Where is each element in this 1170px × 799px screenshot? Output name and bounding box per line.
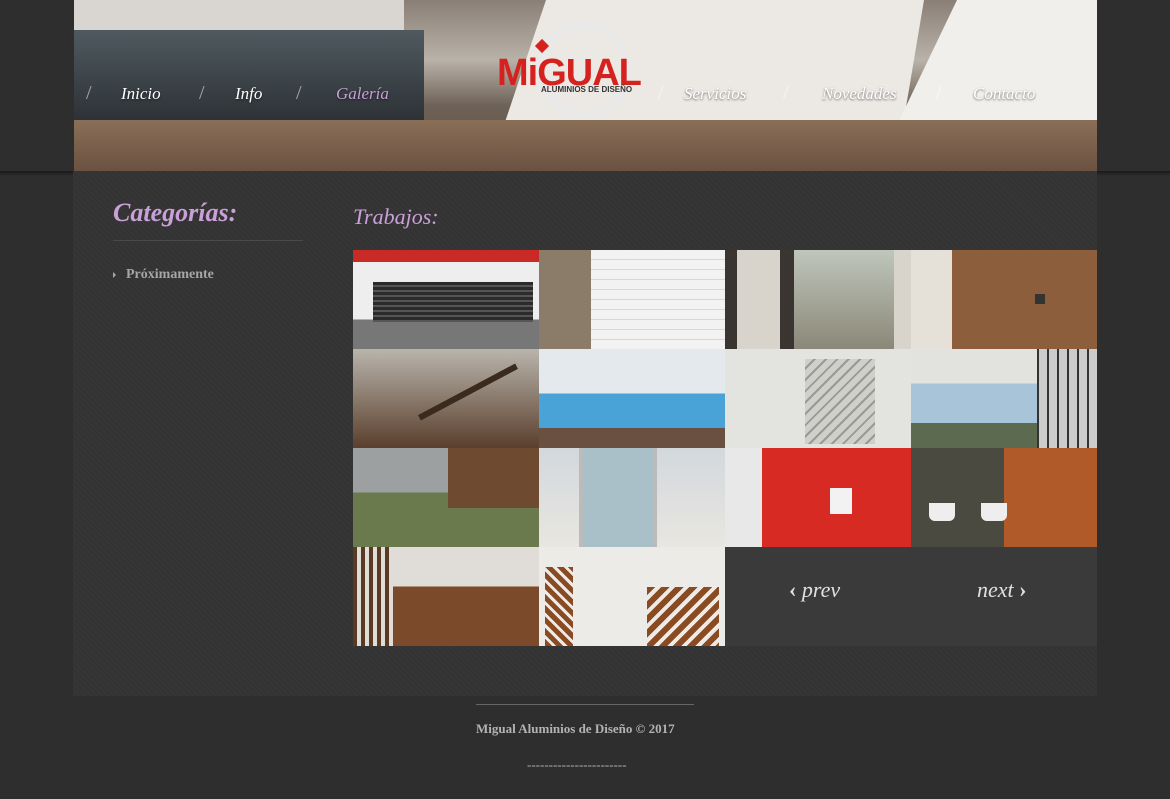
sidebar-item-label: Próximamente (126, 267, 214, 282)
footer-dashes: ----------------------- (527, 757, 627, 772)
nav-item-novedades[interactable]: Novedades (822, 84, 897, 104)
bullet-icon (113, 271, 116, 278)
prev-button[interactable]: ‹ prev (789, 577, 840, 603)
gallery-thumbnail-pool-glass[interactable] (539, 349, 725, 448)
footer-copyright: Migual Aluminios de Diseño © 2017 (476, 721, 675, 736)
site-logo[interactable]: MiGUAL ALUMINIOS DE DISEÑO (497, 22, 649, 126)
gallery-pager: ‹ prev next › (725, 547, 1097, 646)
banner-upper-wall (74, 0, 404, 30)
gallery-thumbnail-fence[interactable] (353, 250, 539, 349)
gallery-thumbnail-garage-door[interactable] (539, 250, 725, 349)
nav-item-servicios[interactable]: Servicios (684, 84, 746, 104)
next-button[interactable]: next › (977, 577, 1026, 603)
nav-separator: / (936, 82, 942, 104)
nav-item-inicio[interactable]: Inicio (121, 84, 161, 104)
gallery-thumbnail-palm-window[interactable] (911, 448, 1097, 547)
next-label: next (977, 577, 1014, 602)
gallery-thumbnail-window-view[interactable] (911, 349, 1097, 448)
gallery-thumbnail-white-building[interactable] (539, 448, 725, 547)
nav-separator: / (86, 82, 92, 104)
gallery-thumbnail-corten-gate[interactable] (539, 547, 725, 646)
banner-ground (74, 120, 1097, 171)
banner-right-wall (897, 0, 1097, 125)
nav-separator: / (296, 82, 302, 104)
nav-item-info[interactable]: Info (235, 84, 262, 104)
gallery-thumbnail-wood-panel[interactable] (911, 250, 1097, 349)
nav-separator: / (783, 82, 789, 104)
nav-separator: / (199, 82, 205, 104)
sidebar-item-proximamente[interactable]: Próximamente (113, 267, 214, 283)
chevron-left-icon: ‹ (789, 577, 797, 602)
gallery-thumbnail-red-facade[interactable] (725, 448, 911, 547)
gallery-title: Trabajos: (353, 204, 439, 229)
gallery-thumbnail-wood-facade[interactable] (353, 547, 539, 646)
footer-divider (476, 704, 694, 705)
nav-item-galeria[interactable]: Galería (336, 84, 389, 104)
chevron-right-icon: › (1019, 577, 1027, 602)
prev-label: prev (801, 577, 841, 602)
gallery-thumbnail-stairs[interactable] (725, 349, 911, 448)
sidebar-divider (113, 240, 303, 241)
nav-item-contacto[interactable]: Contacto (973, 84, 1035, 104)
logo-tagline: ALUMINIOS DE DISEÑO (541, 85, 633, 94)
gallery-thumbnail-courtyard-window[interactable] (725, 250, 911, 349)
banner-glass-facade (74, 30, 424, 120)
sidebar-title: Categorías: (113, 198, 238, 227)
gallery-thumbnail-staircase-interior[interactable] (353, 349, 539, 448)
gallery-thumbnail-garden-house[interactable] (353, 448, 539, 547)
nav-separator: / (658, 82, 664, 104)
